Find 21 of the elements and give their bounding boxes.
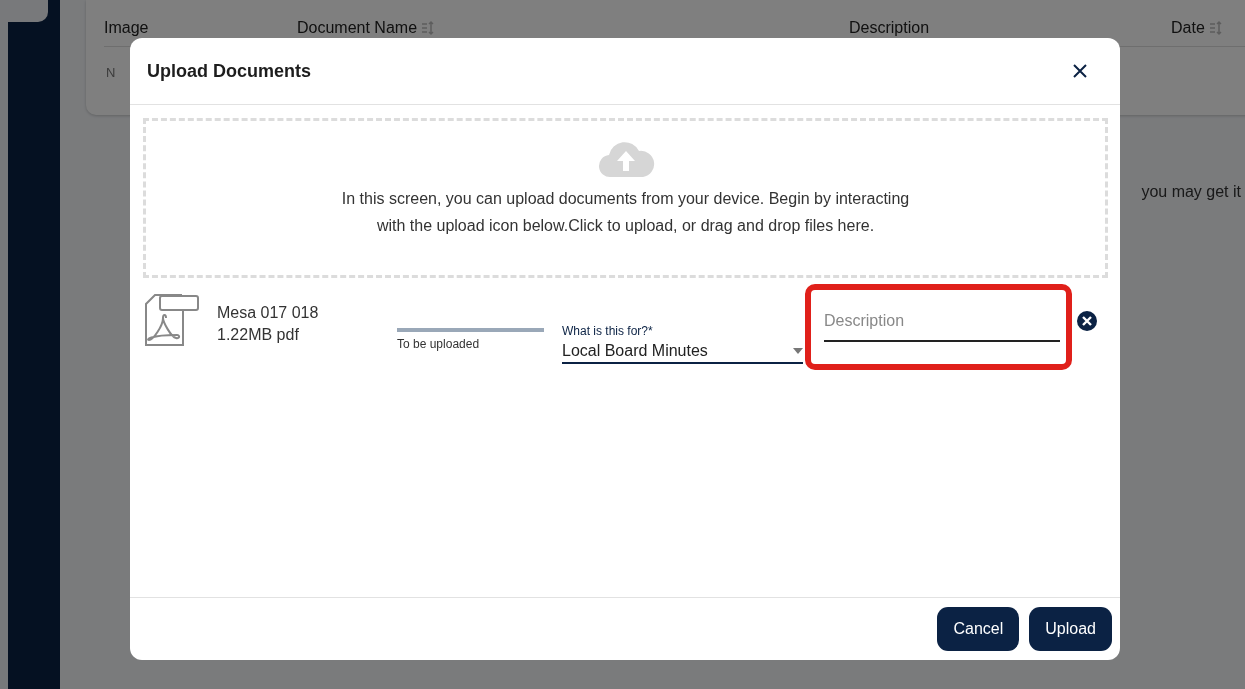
upload-status: To be uploaded [397, 337, 481, 351]
upload-button[interactable]: Upload [1029, 607, 1112, 651]
remove-file-button[interactable] [1076, 310, 1098, 332]
sort-icon[interactable] [421, 20, 436, 36]
cloud-upload-icon[interactable] [596, 139, 655, 179]
purpose-select[interactable]: What is this for?* Local Board Minutes [562, 324, 803, 364]
column-header: Description [849, 19, 930, 37]
page-text: you may get it [1141, 183, 1242, 201]
sort-icon[interactable] [1208, 20, 1223, 36]
drop-zone[interactable]: In this screen, you can upload documents from your device. Begin by interacting with the upload icon below.Click to upload, or drag and drop files here. [143, 118, 1108, 278]
dialog-title: Upload Documents [147, 60, 311, 82]
column-header: Date [1171, 19, 1205, 37]
cancel-button[interactable]: Cancel [937, 607, 1020, 651]
caret-icon [793, 348, 803, 354]
file-name: Mesa 017 018 [217, 304, 320, 322]
description-field[interactable]: Description [824, 308, 1060, 342]
drop-zone-text: In this screen, you can upload documents from your device. Begin by interacting with the upload icon below.Click to upload, or drag and drop files here. [340, 189, 911, 236]
column-header: Document Name [297, 19, 418, 37]
empty-table-text: N [106, 65, 116, 80]
column-header: Image [104, 19, 149, 37]
file-size: 1.22MB pdf [217, 326, 300, 344]
